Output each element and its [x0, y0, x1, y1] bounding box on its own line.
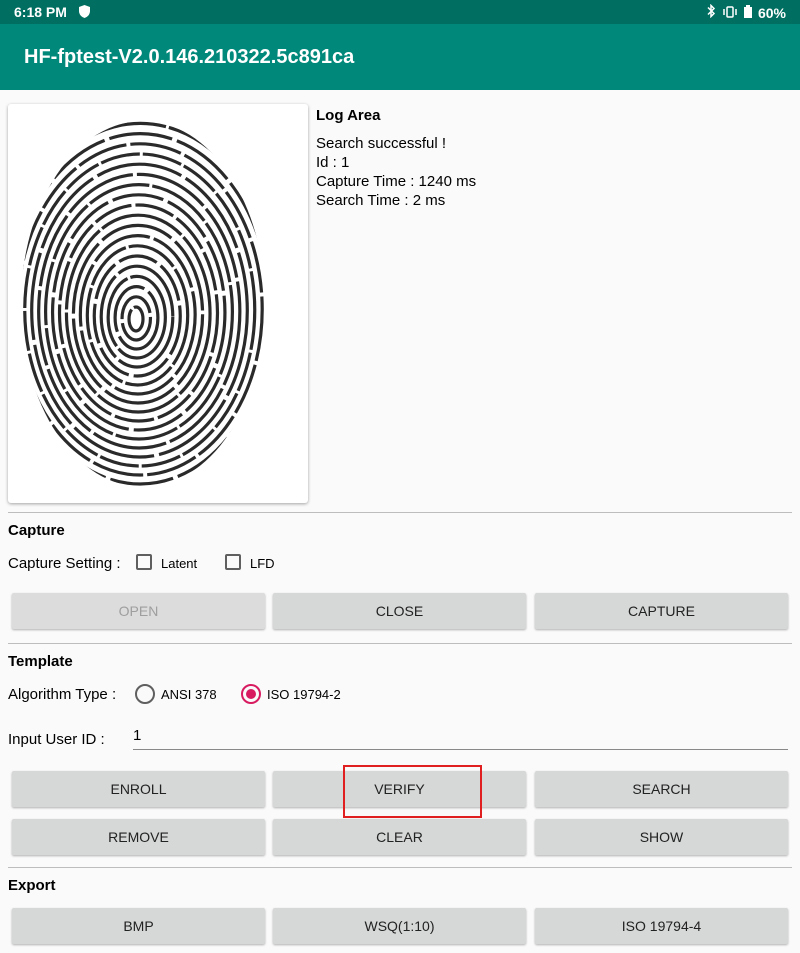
divider [8, 512, 792, 513]
latent-label: Latent [161, 556, 198, 571]
ansi-378-label: ANSI 378 [161, 687, 217, 702]
divider [8, 867, 792, 868]
bmp-button[interactable]: BMP [12, 908, 265, 944]
iso-19794-2-radio[interactable] [241, 684, 261, 704]
app-bar: HF-fptest-V2.0.146.210322.5c891ca [0, 24, 800, 90]
battery-icon [743, 4, 752, 21]
vibrate-icon [722, 5, 738, 21]
bluetooth-icon [706, 3, 716, 21]
show-button[interactable]: SHOW [535, 819, 788, 855]
fingerprint-graphic [21, 121, 265, 487]
fingerprint-ridge [21, 121, 265, 487]
close-button[interactable]: CLOSE [273, 593, 526, 629]
lfd-checkbox[interactable] [225, 554, 241, 570]
search-button[interactable]: SEARCH [535, 771, 788, 807]
wsq-button[interactable]: WSQ(1:10) [273, 908, 526, 944]
log-area: Search successful ! Id : 1 Capture Time … [316, 134, 476, 210]
log-line: Search successful ! [316, 135, 447, 152]
fingerprint-image [8, 104, 308, 503]
enroll-button[interactable]: ENROLL [12, 771, 265, 807]
lfd-label: LFD [250, 556, 275, 571]
status-icons: 60% [706, 3, 786, 21]
iso-19794-4-button[interactable]: ISO 19794-4 [535, 908, 788, 944]
log-line: Id : 1 [316, 154, 350, 171]
shield-icon [79, 5, 90, 21]
battery-level: 60% [757, 4, 786, 21]
fingerprint-ridge [78, 234, 197, 396]
algorithm-type-label: Algorithm Type : [8, 686, 117, 703]
status-time: 6:18 PM [14, 4, 67, 20]
template-section-title: Template [8, 653, 73, 670]
user-id-value: 1 [133, 727, 142, 744]
log-line: Capture Time : 1240 ms [316, 173, 477, 190]
fingerprint-ridge [127, 305, 145, 333]
log-line: Search Time : 2 ms [316, 192, 446, 209]
user-id-label: Input User ID : [8, 731, 105, 748]
iso-19794-2-label: ISO 19794-2 [267, 687, 341, 702]
remove-button[interactable]: REMOVE [12, 819, 265, 855]
export-section-title: Export [8, 877, 56, 894]
capture-section-title: Capture [8, 522, 65, 539]
open-button[interactable]: OPEN [12, 593, 265, 629]
app-title: HF-fptest-V2.0.146.210322.5c891ca [24, 46, 355, 68]
log-area-title: Log Area [316, 107, 381, 124]
verify-button[interactable]: VERIFY [273, 771, 526, 807]
fingerprint-ridge [99, 264, 175, 369]
divider [8, 643, 792, 644]
ansi-378-radio[interactable] [135, 684, 155, 704]
clear-button[interactable]: CLEAR [273, 819, 526, 855]
latent-checkbox[interactable] [136, 554, 152, 570]
fingerprint-ridge [120, 295, 153, 342]
capture-setting-label: Capture Setting : [8, 555, 121, 572]
user-id-input[interactable]: 1 [133, 727, 788, 750]
status-bar: 6:18 PM 60% [0, 0, 800, 24]
capture-button[interactable]: CAPTURE [535, 593, 788, 629]
